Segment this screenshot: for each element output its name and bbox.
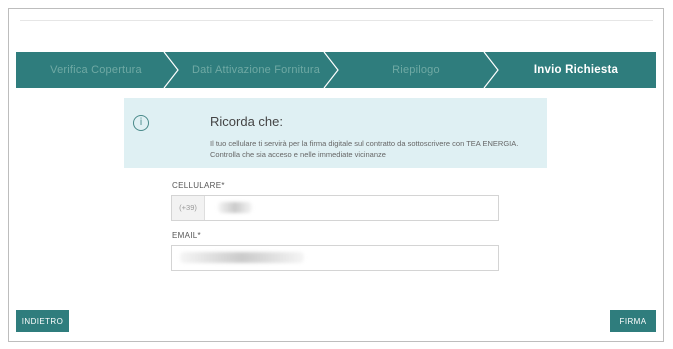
step-dati-attivazione: Dati Attivazione Fornitura [176,52,339,88]
step-invio-richiesta: Invio Richiesta [496,52,656,88]
phone-field[interactable]: (+39) [171,195,499,221]
notice-text: Controlla che sia acceso e nelle immedia… [210,150,386,159]
step-riepilogo: Riepilogo [336,52,499,88]
top-divider [20,20,653,21]
step-label: Riepilogo [392,64,440,76]
step-label: Dati Attivazione Fornitura [191,64,321,76]
notice-title: Ricorda che: [210,114,283,129]
phone-prefix: (+39) [172,196,205,220]
redacted-phone-value [218,202,252,213]
back-button[interactable]: INDIETRO [16,310,69,332]
email-label: EMAIL* [172,231,201,240]
sign-button[interactable]: FIRMA [610,310,656,332]
phone-label: CELLULARE* [172,181,225,190]
reminder-notice: i Ricorda che: Il tuo cellulare ti servi… [124,98,547,168]
step-label: Invio Richiesta [533,64,619,76]
info-icon: i [133,115,149,131]
email-field[interactable] [171,245,499,271]
redacted-email-value [180,252,304,263]
notice-text: Il tuo cellulare ti servirà per la firma… [210,139,519,148]
progress-stepper: Verifica Copertura Dati Attivazione Forn… [16,52,656,88]
step-verifica-copertura: Verifica Copertura [16,52,179,88]
step-label: Verifica Copertura [50,64,142,76]
